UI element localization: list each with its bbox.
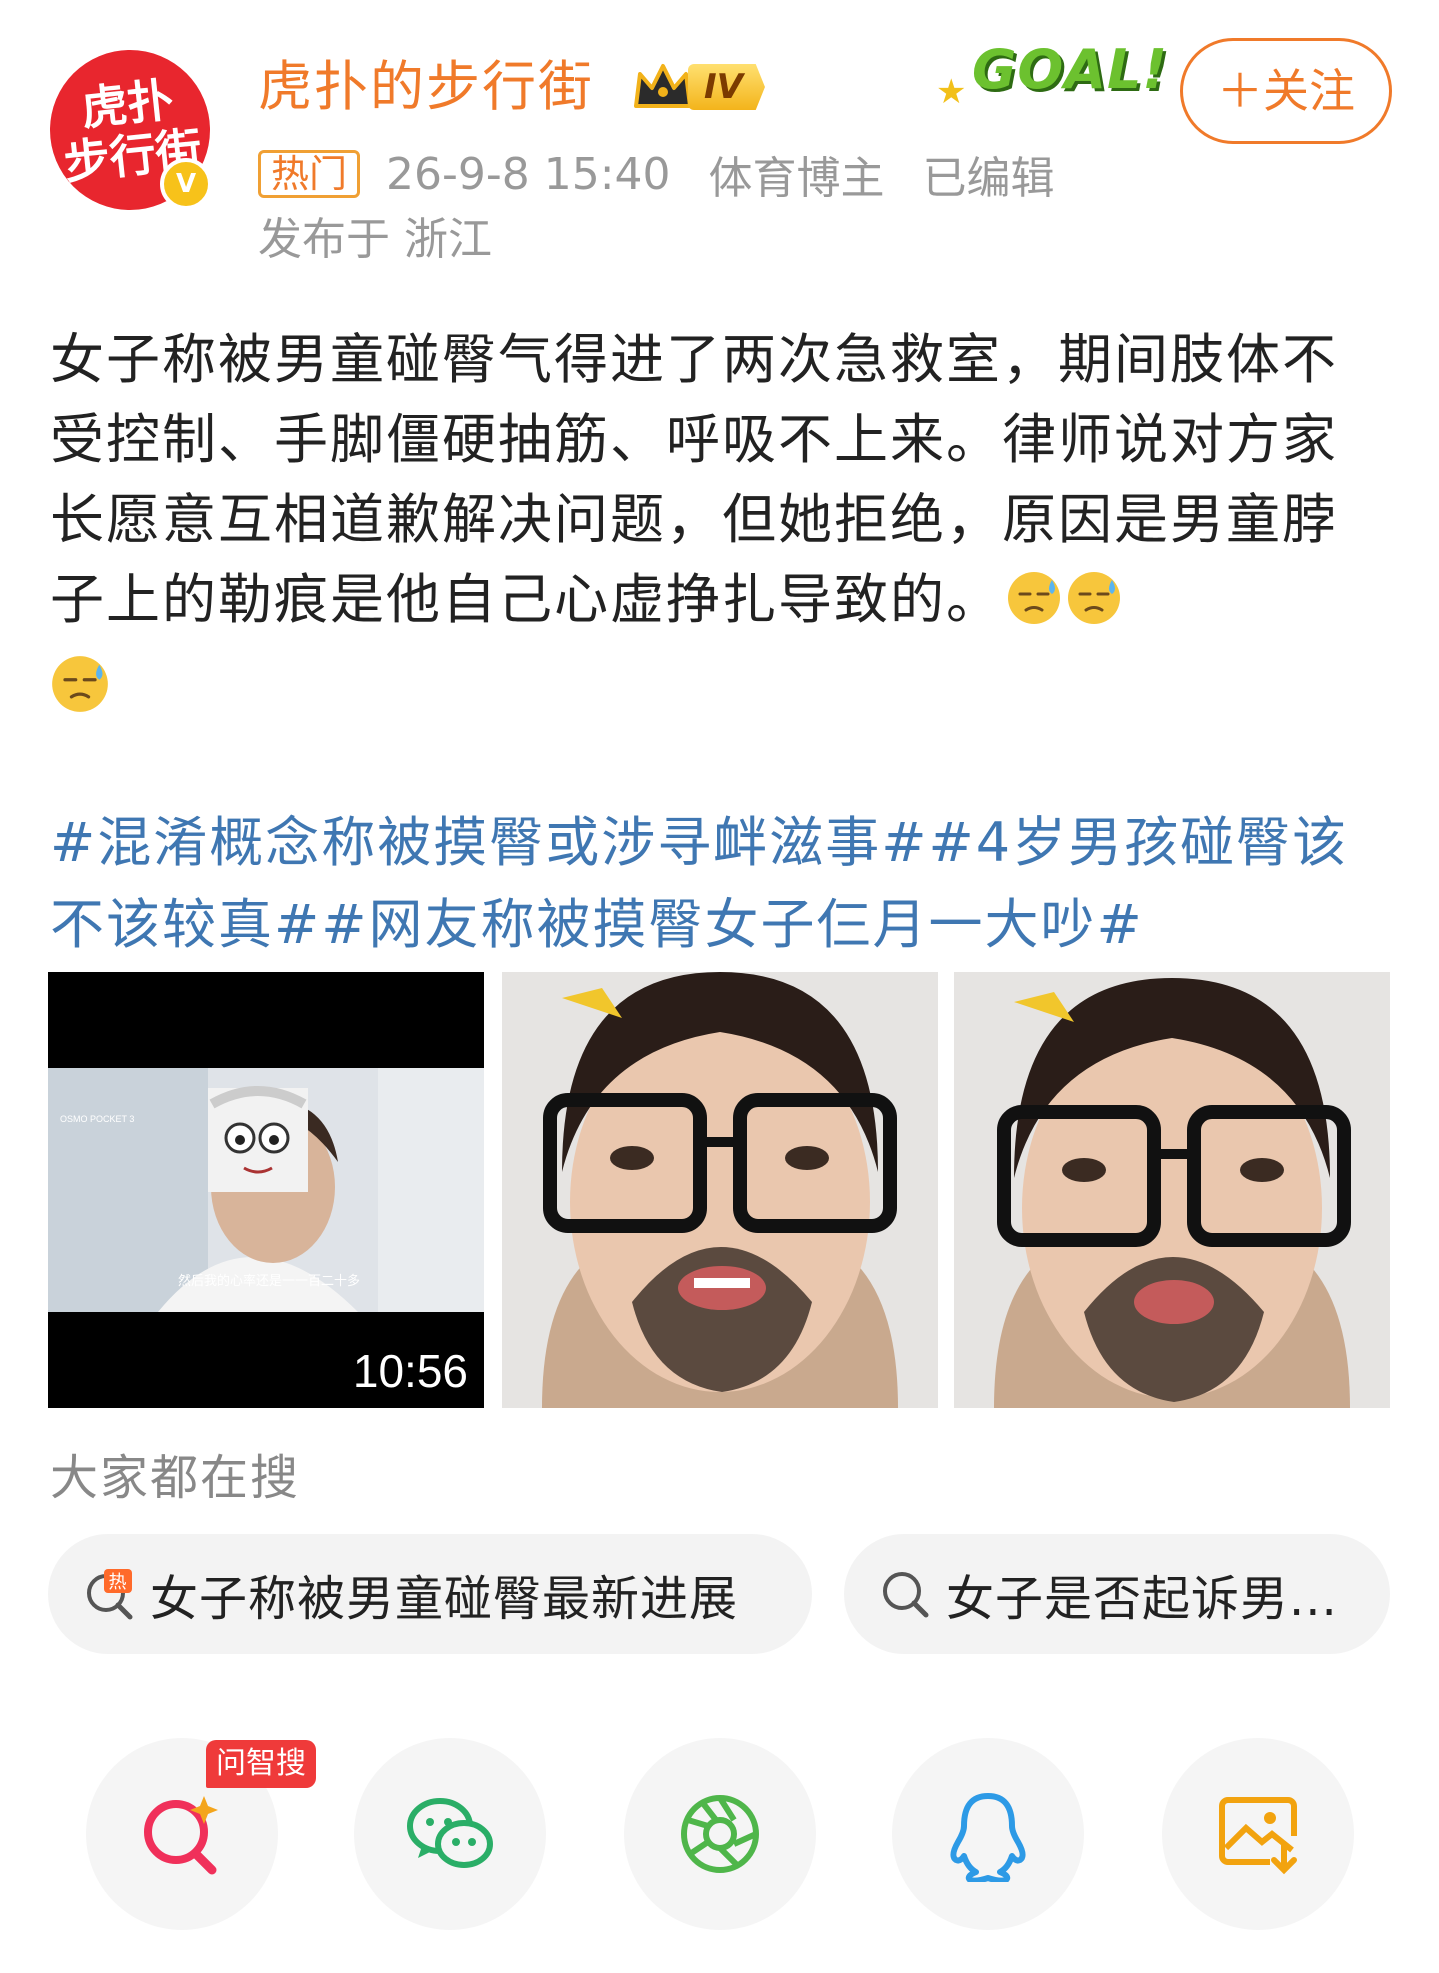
video-frame: OSMO POCKET 3 xyxy=(48,972,484,1408)
share-moments-button[interactable] xyxy=(624,1738,816,1930)
hashtag-links[interactable]: #混淆概念称被摸臀或涉寻衅滋事##4岁男孩碰臀该不该较真##网友称被摸臀女子仨月… xyxy=(50,802,1390,966)
post-body-text: 女子称被男童碰臀气得进了两次急救室，期间肢体不受控制、手脚僵硬抽筋、呼吸不上来。… xyxy=(50,328,1338,631)
camera-watermark: OSMO POCKET 3 xyxy=(60,1114,134,1124)
sweat-emoji-icon xyxy=(1008,572,1060,624)
qq-icon xyxy=(950,1793,1026,1882)
star-icon: ★ xyxy=(936,72,967,112)
image-thumbnail[interactable] xyxy=(502,972,938,1408)
level-badge: IV xyxy=(688,64,765,110)
search-suggestion-chip[interactable]: 女子是否起诉男... xyxy=(844,1534,1390,1654)
share-wechat-button[interactable] xyxy=(354,1738,546,1930)
author-category: 体育博主 xyxy=(708,153,885,204)
search-section-title: 大家都在搜 xyxy=(50,1450,301,1506)
post-location: 发布于 浙江 xyxy=(258,214,492,265)
author-name[interactable]: 虎扑的步行街 xyxy=(258,52,594,122)
save-image-icon xyxy=(1219,1797,1297,1875)
follow-button[interactable]: ＋关注 xyxy=(1180,38,1392,144)
crown-icon xyxy=(634,64,692,108)
wechat-icon xyxy=(407,1798,493,1868)
post-meta: 热门 26-9-8 15:40 体育博主 已编辑 xyxy=(258,146,1093,204)
moments-icon xyxy=(681,1795,759,1873)
search-suggestion-label: 女子称被男童碰臀最新进展 xyxy=(150,1571,739,1627)
svg-text:热: 热 xyxy=(109,1572,128,1593)
photo-face-filter xyxy=(954,972,1390,1408)
video-subtitle: 然后我的心率还是一一百二十多 xyxy=(178,1274,361,1289)
ask-search-badge: 问智搜 xyxy=(206,1740,316,1788)
video-thumbnail[interactable]: OSMO POCKET 3 然后我的心率还是一一百二十多 10:56 xyxy=(48,972,484,1408)
search-suggestion-chip[interactable]: 热 女子称被男童碰臀最新进展 xyxy=(48,1534,812,1654)
sweat-emoji-icon xyxy=(1068,572,1120,624)
verified-badge-icon: V xyxy=(160,158,212,210)
search-icon xyxy=(883,1572,929,1618)
image-thumbnail[interactable] xyxy=(954,972,1390,1408)
search-suggestion-label: 女子是否起诉男... xyxy=(946,1571,1338,1627)
ai-search-icon xyxy=(144,1796,218,1875)
post-text: 女子称被男童碰臀气得进了两次急救室，期间肢体不受控制、手脚僵硬抽筋、呼吸不上来。… xyxy=(50,320,1390,640)
sweat-emoji-icon xyxy=(52,656,108,712)
goal-decoration: GOAL! xyxy=(972,38,1169,101)
edited-label: 已编辑 xyxy=(922,153,1055,204)
hot-tag: 热门 xyxy=(258,150,361,198)
share-qq-button[interactable] xyxy=(892,1738,1084,1930)
hot-search-icon: 热 xyxy=(87,1569,133,1620)
post-time: 26-9-8 15:40 xyxy=(386,148,671,200)
video-duration: 10:56 xyxy=(352,1345,468,1397)
photo-face-filter xyxy=(502,972,938,1408)
save-image-button[interactable] xyxy=(1162,1738,1354,1930)
